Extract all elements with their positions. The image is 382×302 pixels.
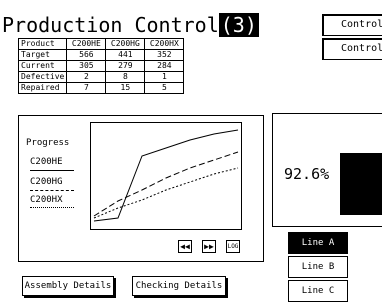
production-table: Product C200HE C200HG C200HX Target 566 … (17, 38, 185, 94)
table-cell: 305 (66, 60, 107, 72)
control-2-label: Control(2 (341, 43, 382, 54)
row-label: Current (17, 60, 68, 72)
row-label: Target (17, 49, 68, 61)
table-row: Target 566 441 352 (17, 49, 185, 61)
legend-line-c200hg (30, 190, 74, 191)
table-cell: 1 (144, 71, 185, 83)
legend-line-c200he (30, 170, 74, 171)
row-label: Defective (17, 71, 68, 83)
log-icon[interactable]: LOG (226, 240, 240, 253)
control-1-button[interactable]: Control(1 (322, 14, 382, 36)
page-title-suffix: (3) (218, 13, 259, 37)
forward-icon[interactable]: ▶▶ (202, 240, 216, 253)
line-c-button[interactable]: Line C (288, 280, 348, 302)
control-1-label: Control(1 (341, 19, 382, 30)
table-cell: 441 (105, 49, 146, 61)
header-cell: C200HE (66, 38, 107, 50)
table-cell: 5 (144, 82, 185, 94)
legend-label-c200hg: C200HG (30, 177, 63, 187)
legend-label-c200hx: C200HX (30, 195, 63, 205)
page-title-main: Production Control (2, 13, 219, 37)
percentage-value: 92.6% (284, 165, 330, 183)
table-cell: 2 (66, 71, 107, 83)
checking-details-button[interactable]: Checking Details (132, 276, 226, 296)
table-cell: 352 (144, 49, 185, 61)
rewind-icon[interactable]: ◀◀ (178, 240, 192, 253)
table-row: Repaired 7 15 5 (17, 82, 185, 94)
table-cell: 8 (105, 71, 146, 83)
control-2-button[interactable]: Control(2 (322, 38, 382, 60)
line-b-button[interactable]: Line B (288, 256, 348, 278)
table-cell: 15 (105, 82, 146, 94)
header-cell: Product (17, 38, 68, 50)
chart-frame (90, 122, 242, 230)
table-cell: 284 (144, 60, 185, 72)
header-cell: C200HG (105, 38, 146, 50)
page-title: Production Control (3) (2, 13, 259, 37)
table-cell: 7 (66, 82, 107, 94)
progress-label: Progress (26, 138, 70, 148)
progress-chart (90, 122, 242, 230)
legend-line-c200hx (30, 207, 74, 208)
table-cell: 566 (66, 49, 107, 61)
rate-bar (340, 153, 382, 215)
header-cell: C200HX (144, 38, 185, 50)
table-cell: 279 (105, 60, 146, 72)
legend-label-c200he: C200HE (30, 157, 63, 167)
row-label: Repaired (17, 82, 68, 94)
assembly-details-button[interactable]: Assembly Details (22, 276, 114, 296)
table-row: Defective 2 8 1 (17, 71, 185, 83)
line-a-button[interactable]: Line A (288, 232, 348, 254)
table-row: Current 305 279 284 (17, 60, 185, 72)
table-header-row: Product C200HE C200HG C200HX (17, 38, 185, 50)
